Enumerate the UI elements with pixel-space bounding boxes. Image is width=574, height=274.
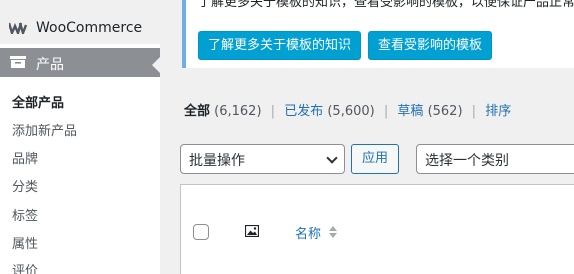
filter-separator: | — [471, 104, 477, 119]
archive-icon — [10, 56, 26, 68]
filter-drafts[interactable]: 草稿 — [397, 100, 423, 119]
notice-text: 了解更多关于模板的知识，查看受影响的模板，以便保证产品正常显示。 — [198, 0, 574, 10]
bulk-actions-select[interactable]: 批量操作 — [180, 144, 345, 174]
status-filters: 全部 (6,162) | 已发布 (5,600) | 草稿 (562) | 排序 — [184, 100, 511, 119]
chevron-down-icon — [326, 152, 338, 164]
active-menu-arrow — [152, 57, 160, 73]
submenu-attributes[interactable]: 属性 — [12, 233, 38, 252]
filter-published-count: (5,600) — [327, 104, 375, 119]
admin-sidebar: WooCommerce 产品 全部产品 添加新产品 品牌 分类 标签 属性 评价 — [0, 0, 160, 274]
learn-templates-button[interactable]: 了解更多关于模板的知识 — [198, 31, 362, 60]
main-content: 了解更多关于模板的知识，查看受影响的模板，以便保证产品正常显示。 了解更多关于模… — [160, 0, 574, 274]
image-icon — [245, 225, 259, 237]
filter-separator: | — [383, 104, 389, 119]
template-notice: 了解更多关于模板的知识，查看受影响的模板，以便保证产品正常显示。 了解更多关于模… — [182, 0, 574, 68]
submenu-reviews[interactable]: 评价 — [12, 260, 38, 274]
sidebar-item-woocommerce[interactable]: WooCommerce — [0, 0, 160, 44]
filter-separator: | — [270, 104, 276, 119]
sidebar-item-products-label: 产品 — [36, 57, 64, 73]
submenu-add-new-product[interactable]: 添加新产品 — [12, 120, 77, 139]
submenu-tags[interactable]: 标签 — [12, 205, 38, 224]
filter-drafts-count: (562) — [427, 104, 463, 119]
woocommerce-icon — [9, 22, 28, 34]
view-affected-templates-button[interactable]: 查看受影响的模板 — [368, 31, 493, 60]
submenu-all-products[interactable]: 全部产品 — [12, 92, 64, 111]
column-name-header[interactable]: 名称 — [295, 223, 321, 242]
submenu-brands[interactable]: 品牌 — [12, 148, 38, 167]
submenu-categories[interactable]: 分类 — [12, 176, 38, 195]
select-all-checkbox[interactable] — [193, 224, 209, 240]
filter-all-count: (6,162) — [214, 104, 262, 119]
sidebar-item-woocommerce-label: WooCommerce — [36, 20, 143, 36]
sort-icon[interactable] — [329, 225, 337, 239]
category-filter-value: 选择一个类别 — [425, 153, 509, 169]
filter-all[interactable]: 全部 — [184, 100, 210, 119]
bulk-actions-value: 批量操作 — [189, 153, 245, 169]
filter-published[interactable]: 已发布 — [284, 100, 323, 119]
category-filter-select[interactable]: 选择一个类别 — [416, 144, 574, 174]
apply-button[interactable]: 应用 — [351, 144, 399, 174]
filter-sort[interactable]: 排序 — [485, 100, 511, 119]
products-table: 名称 — [180, 184, 574, 274]
sidebar-item-products[interactable]: 产品 — [0, 48, 160, 77]
